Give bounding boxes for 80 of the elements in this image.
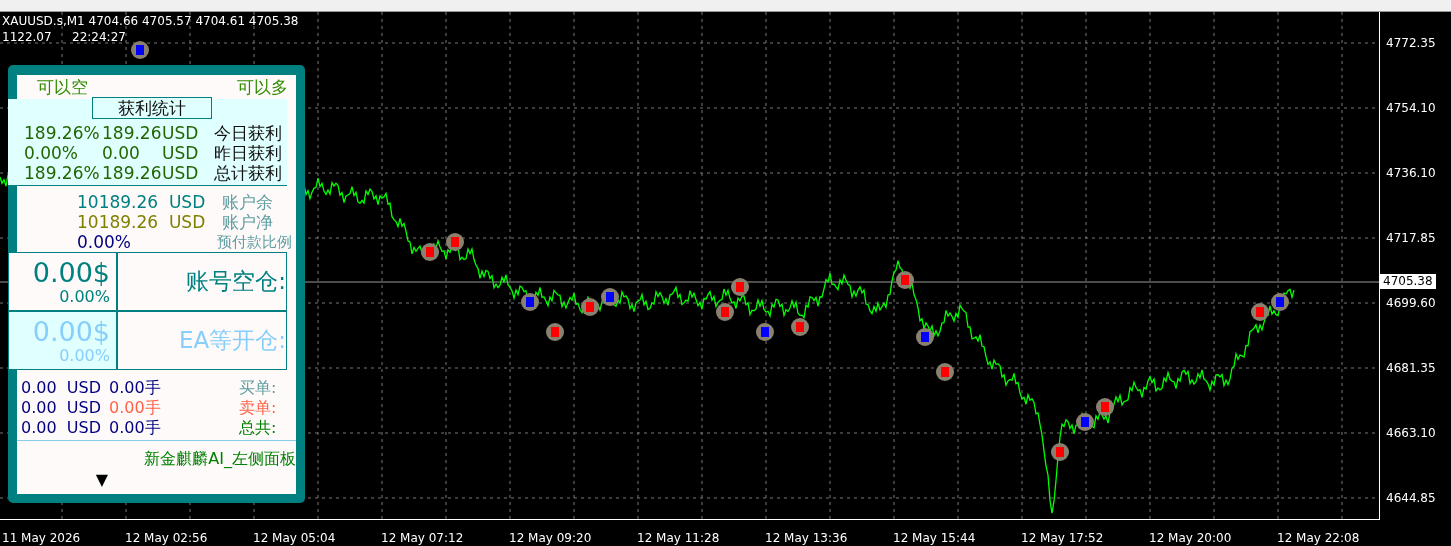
- trade-marker: [716, 303, 734, 321]
- account-label: 账户余: [222, 192, 273, 212]
- time-label: 12 May 05:04: [253, 531, 336, 545]
- price-label: 4717.85: [1386, 231, 1436, 245]
- time-label: 12 May 20:00: [1149, 531, 1232, 545]
- stats-title: 获利统计: [92, 97, 212, 119]
- profit-percent: 189.26%: [24, 123, 101, 143]
- time-label: 12 May 22:08: [1277, 531, 1360, 545]
- status-percent: 0.00%: [59, 287, 110, 306]
- profit-percent: 189.26%: [24, 163, 101, 183]
- time-label: 12 May 09:20: [509, 531, 592, 545]
- trade-marker: [896, 271, 914, 289]
- status-label: EA等开仓:: [179, 326, 286, 356]
- time-label: 12 May 02:56: [125, 531, 208, 545]
- buy-signal-label: 可以多: [237, 76, 288, 99]
- panel-version-label: 新金麒麟AI_左侧面板: [144, 449, 296, 468]
- status-label: 账号空仓:: [186, 267, 286, 297]
- price-label: 4736.10: [1386, 166, 1436, 180]
- profit-amount: 189.26: [102, 123, 162, 143]
- price-label: 4681.35: [1386, 361, 1436, 375]
- sell-signal-label: 可以空: [37, 76, 88, 99]
- order-label: 买单:: [239, 378, 277, 398]
- price-label: 4772.35: [1386, 36, 1436, 50]
- trade-marker: [1251, 303, 1269, 321]
- symbol-info: XAUUSD.s,M1 4704.66 4705.57 4704.61 4705.38: [2, 14, 299, 28]
- collapse-toggle[interactable]: ▼: [93, 471, 111, 489]
- trade-marker: [1051, 443, 1069, 461]
- chart-time: 22:24:27: [72, 30, 126, 44]
- currency-label: USD: [162, 163, 200, 183]
- order-amount: 0.00 USD: [21, 418, 102, 438]
- order-label: 卖单:: [239, 398, 277, 418]
- status-percent: 0.00%: [59, 346, 110, 365]
- trade-marker: [446, 233, 464, 251]
- trade-marker: [756, 323, 774, 341]
- trade-marker: [521, 293, 539, 311]
- order-amount: 0.00 USD: [21, 378, 102, 398]
- profit-label: 今日获利: [214, 123, 282, 143]
- time-label: 12 May 17:52: [1021, 531, 1104, 545]
- trade-marker: [546, 323, 564, 341]
- price-label: 4663.10: [1386, 426, 1436, 440]
- trade-marker: [601, 288, 619, 306]
- trade-marker: [1271, 293, 1289, 311]
- currency-label: USD: [162, 123, 200, 143]
- chart-info: 1122.07: [2, 30, 52, 44]
- status-amount: 0.00$: [32, 316, 110, 347]
- trade-marker: [731, 278, 749, 296]
- account-label: 账户净: [222, 212, 273, 232]
- trade-marker: [916, 328, 934, 346]
- time-label: 12 May 07:12: [381, 531, 464, 545]
- trade-marker: [421, 243, 439, 261]
- profit-amount: 0.00: [102, 143, 141, 163]
- order-label: 总共:: [239, 418, 277, 438]
- current-price-label: 4705.38: [1380, 274, 1436, 289]
- profit-percent: 0.00%: [24, 143, 79, 163]
- time-label: 12 May 15:44: [893, 531, 976, 545]
- order-lots: 0.00手: [109, 378, 162, 398]
- currency-label: USD: [162, 143, 200, 163]
- trade-marker: [1096, 398, 1114, 416]
- trade-marker: [1076, 413, 1094, 431]
- order-lots: 0.00手: [109, 418, 162, 438]
- status-amount: 0.00$: [32, 257, 110, 288]
- trade-marker: [131, 41, 149, 59]
- trade-marker: [581, 298, 599, 316]
- price-label: 4699.60: [1386, 296, 1436, 310]
- profit-label: 昨日获利: [214, 143, 282, 163]
- profit-amount: 189.26: [102, 163, 162, 183]
- account-amount: 10189.26 USD: [77, 192, 207, 212]
- margin-value: 0.00%: [77, 232, 131, 252]
- profit-label: 总计获利: [214, 163, 282, 183]
- time-label: 12 May 11:28: [637, 531, 720, 545]
- trade-marker: [791, 318, 809, 336]
- time-label: 12 May 13:36: [765, 531, 848, 545]
- order-lots: 0.00手: [109, 398, 162, 418]
- order-amount: 0.00 USD: [21, 398, 102, 418]
- trade-marker: [936, 363, 954, 381]
- time-label: 11 May 2026: [2, 531, 81, 545]
- price-label: 4644.85: [1386, 491, 1436, 505]
- account-amount: 10189.26 USD: [77, 212, 207, 232]
- margin-label: 预付款比例: [217, 232, 292, 252]
- price-label: 4754.10: [1386, 101, 1436, 115]
